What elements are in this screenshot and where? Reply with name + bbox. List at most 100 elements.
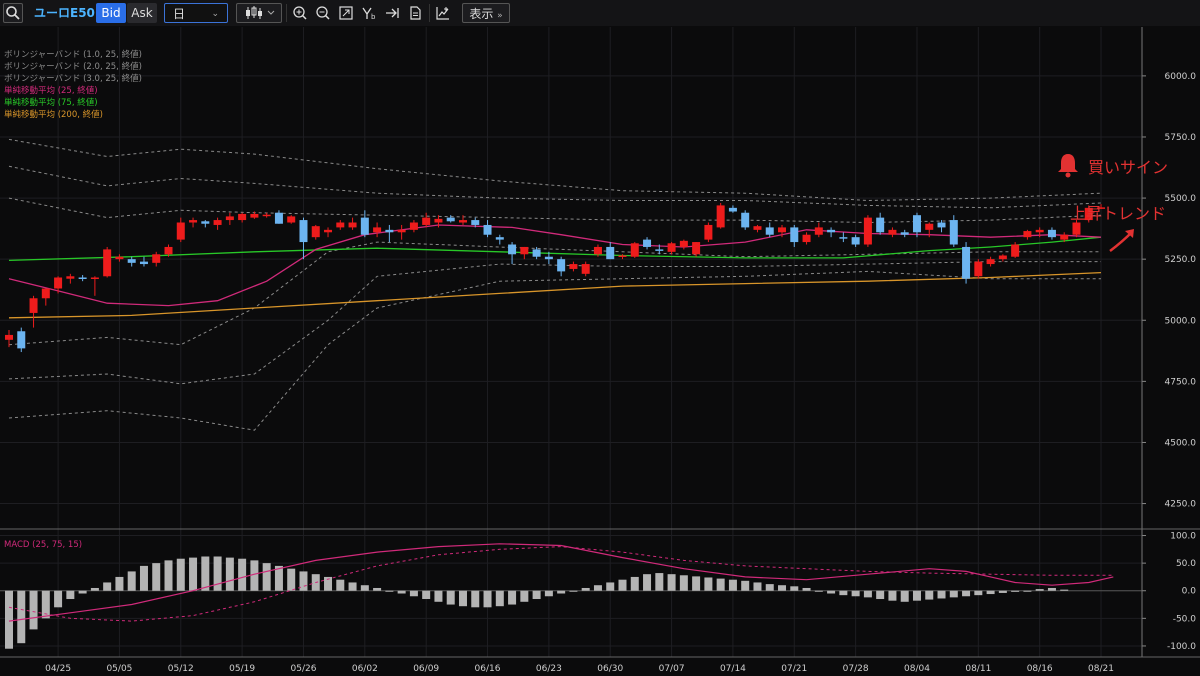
candle-body [667, 243, 676, 252]
macd-histogram-bar [78, 590, 87, 594]
macd-histogram-bar [851, 590, 860, 597]
macd-histogram-bar [814, 590, 823, 592]
macd-histogram-bar [446, 590, 455, 605]
candle-body [643, 239, 652, 247]
x-tick-label: 06/16 [475, 664, 501, 674]
legend-item-bollinger-3[interactable]: ボリンジャーバンド (3.0, 25, 終値) [4, 73, 142, 85]
bollinger-line-bb_lower3 [8, 270, 1101, 431]
bollinger-line-bb_upper2 [8, 165, 1102, 209]
x-tick-label: 07/28 [843, 664, 869, 674]
x-tick-label: 06/23 [536, 664, 562, 674]
candle-body [704, 224, 713, 240]
macd-histogram-bar [643, 574, 652, 591]
y-tick-label: 5500.0 [1165, 194, 1197, 204]
candle-body [790, 227, 799, 243]
macd-histogram-bar [152, 563, 161, 591]
legend-item-sma-75[interactable]: 単純移動平均 (75, 終値) [4, 97, 98, 109]
candle-body [741, 212, 750, 228]
candle-body [949, 220, 958, 245]
candle-body [458, 220, 467, 223]
candle-body [1072, 222, 1081, 235]
candle-body [962, 246, 971, 279]
macd-histogram-bar [397, 590, 406, 594]
candle-body [937, 222, 946, 228]
macd-histogram-bar [262, 563, 271, 591]
y-tick-label: 4250.0 [1165, 500, 1197, 510]
macd-histogram-bar [189, 557, 198, 591]
macd-histogram-bar [692, 576, 701, 591]
candle-body [1060, 234, 1069, 240]
macd-histogram-bar [962, 590, 971, 597]
candle-body [17, 331, 26, 349]
candle-body [900, 232, 909, 235]
candle-body [471, 220, 480, 225]
macd-histogram-bar [471, 590, 480, 608]
candle-body [225, 216, 234, 221]
macd-histogram-bar [974, 590, 983, 596]
macd-histogram-bar [741, 580, 750, 591]
candle-body [557, 259, 566, 272]
x-tick-label: 05/12 [168, 664, 194, 674]
y-tick-label: -50.0 [1173, 614, 1197, 624]
candle-body [827, 229, 836, 233]
macd-histogram-bar [1060, 589, 1069, 591]
macd-histogram-bar [238, 558, 247, 591]
legend-item-bollinger-2[interactable]: ボリンジャーバンド (2.0, 25, 終値) [4, 61, 142, 73]
macd-histogram-bar [483, 590, 492, 608]
bollinger-line-bb_upper1 [8, 197, 1102, 224]
x-tick-label: 07/07 [659, 664, 685, 674]
candle-body [373, 227, 382, 233]
candle-body [925, 223, 934, 230]
macd-histogram-bar [949, 590, 958, 598]
macd-histogram-bar [679, 575, 688, 591]
sma-200-line [8, 271, 1102, 319]
candle-body [115, 256, 124, 260]
candle-body [287, 216, 296, 223]
macd-histogram-bar [385, 590, 394, 592]
candle-body [912, 215, 921, 233]
macd-title: MACD (25, 75, 15) [4, 540, 83, 550]
macd-histogram-bar [630, 576, 639, 591]
macd-histogram-bar [164, 560, 173, 591]
candle-body [434, 218, 443, 223]
candle-body [851, 237, 860, 245]
macd-histogram-bar [17, 590, 26, 644]
macd-histogram-bar [520, 590, 529, 602]
legend-item-sma-25[interactable]: 単純移動平均 (25, 終値) [4, 85, 98, 97]
macd-histogram-bar [704, 577, 713, 591]
candle-body [1023, 231, 1032, 238]
candle-body [728, 207, 737, 212]
macd-signal-line [8, 546, 1114, 622]
macd-histogram-bar [827, 590, 836, 594]
candle-body [974, 261, 983, 277]
candle-body [839, 237, 848, 239]
legend-item-bollinger-1[interactable]: ボリンジャーバンド (1.0, 25, 終値) [4, 49, 142, 61]
candle-body [78, 277, 87, 279]
macd-histogram-bar [937, 590, 946, 599]
bell-icon [1056, 152, 1080, 182]
candle-body [360, 217, 369, 235]
x-tick-label: 06/02 [352, 664, 378, 674]
macd-histogram-bar [802, 587, 811, 591]
macd-histogram-bar [925, 590, 934, 600]
macd-histogram-bar [409, 590, 418, 597]
macd-histogram-bar [29, 590, 38, 630]
candle-body [348, 222, 357, 228]
candle-body [152, 254, 161, 263]
macd-histogram-bar [115, 576, 124, 591]
legend-item-sma-200[interactable]: 単純移動平均 (200, 終値) [4, 109, 103, 121]
x-tick-label: 05/05 [106, 664, 132, 674]
x-tick-label: 07/14 [720, 664, 746, 674]
candle-body [814, 227, 823, 235]
macd-histogram-bar [778, 585, 787, 591]
macd-histogram-bar [213, 556, 222, 591]
macd-panel [0, 543, 1142, 649]
macd-histogram-bar [606, 582, 615, 591]
candle-body [311, 226, 320, 238]
x-tick-label: 04/25 [45, 664, 71, 674]
price-chart[interactable]: 1604/2505/0505/1205/1905/2606/0206/0906/… [0, 0, 1200, 676]
macd-histogram-bar [728, 579, 737, 591]
candle-body [213, 220, 222, 225]
macd-histogram-bar [716, 578, 725, 591]
candle-body [986, 259, 995, 265]
